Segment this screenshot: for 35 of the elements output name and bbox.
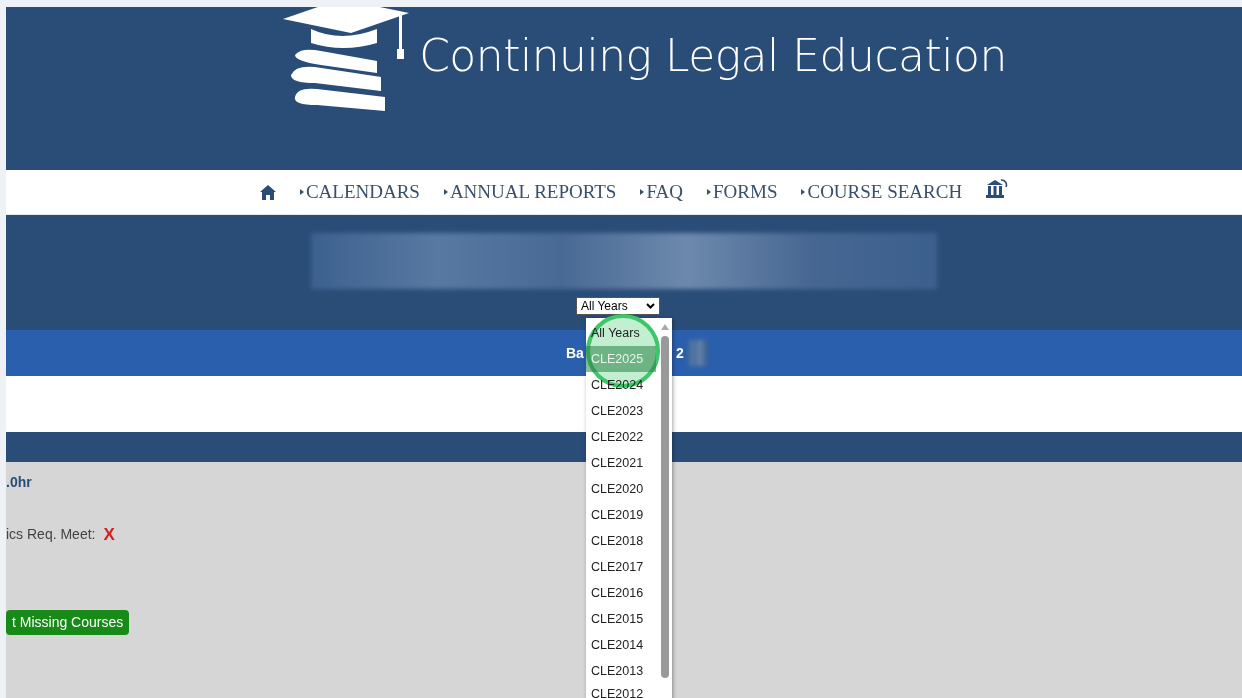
year-option[interactable]: CLE2015 xyxy=(586,606,656,632)
triangle-bullet-icon xyxy=(299,189,304,195)
year-option[interactable]: CLE2013 xyxy=(586,658,656,684)
year-option[interactable]: CLE2023 xyxy=(586,398,656,424)
nav-link[interactable]: ANNUAL REPORTS xyxy=(443,177,617,207)
year-option[interactable]: CLE2022 xyxy=(586,424,656,450)
triangle-bullet-icon xyxy=(640,189,645,195)
year-option[interactable]: CLE2019 xyxy=(586,502,656,528)
hours-total: .0hr xyxy=(6,474,32,490)
nav-link[interactable]: CALENDARS xyxy=(299,177,420,207)
home-icon[interactable] xyxy=(259,184,276,200)
blurred-area xyxy=(687,340,708,366)
year-option[interactable]: CLE2017 xyxy=(586,554,656,580)
scrollbar[interactable] xyxy=(661,324,669,679)
year-option[interactable]: CLE2012 xyxy=(586,684,656,698)
ethics-label: ics Req. Meet: xyxy=(6,525,96,545)
year-option[interactable]: CLE2021 xyxy=(586,450,656,476)
year-option[interactable]: CLE2018 xyxy=(586,528,656,554)
courthouse-icon[interactable] xyxy=(986,179,1009,199)
chevron-down-icon xyxy=(646,303,655,309)
triangle-bullet-icon xyxy=(801,189,806,195)
triangle-bullet-icon xyxy=(443,189,448,195)
ethics-status-mark: X xyxy=(103,524,115,546)
nav-link[interactable]: FORMS xyxy=(707,177,778,207)
nav-link[interactable]: FAQ xyxy=(640,177,684,207)
site-title: Continuing Legal Education xyxy=(419,29,1007,83)
banner-text: Ba xyxy=(566,343,584,363)
banner-text: 2 xyxy=(675,343,684,363)
year-select[interactable]: All Years xyxy=(576,297,660,315)
year-option[interactable]: CLE2016 xyxy=(586,580,656,606)
year-option[interactable]: CLE2014 xyxy=(586,632,656,658)
year-option[interactable]: CLE2020 xyxy=(586,476,656,502)
missing-courses-button[interactable]: t Missing Courses xyxy=(6,609,130,635)
nav-link[interactable]: COURSE SEARCH xyxy=(801,177,963,207)
triangle-bullet-icon xyxy=(707,189,712,195)
